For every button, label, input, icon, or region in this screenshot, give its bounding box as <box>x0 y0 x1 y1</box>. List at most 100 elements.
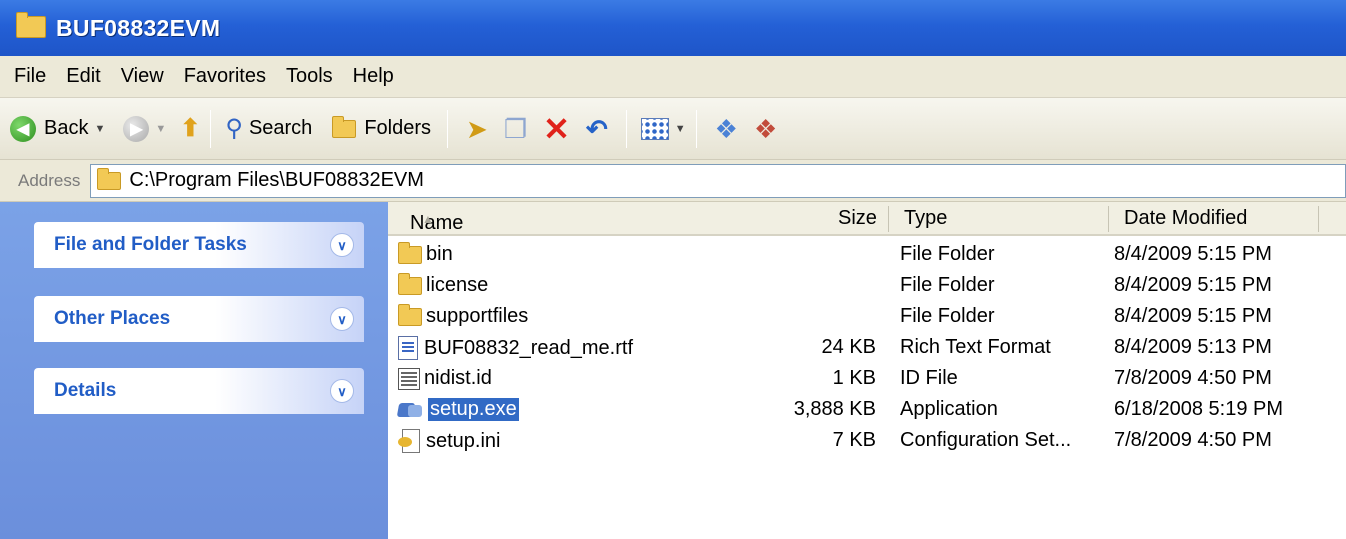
menu-help[interactable]: Help <box>353 65 394 88</box>
file-size: 24 KB <box>821 336 876 358</box>
other-places-panel[interactable]: Other Places ∨ <box>34 296 364 342</box>
address-bar: Address C:\Program Files\BUF08832EVM <box>0 160 1346 202</box>
folders-button[interactable]: Folders <box>332 115 432 140</box>
network-drive-icon[interactable]: ❖ <box>715 116 738 142</box>
file-date: 8/4/2009 5:15 PM <box>1114 274 1272 296</box>
toolbar-separator <box>210 109 212 148</box>
search-button[interactable]: ⚲ Search <box>225 114 312 143</box>
file-type: ID File <box>900 367 958 389</box>
chevron-down-icon[interactable]: ∨ <box>330 233 354 257</box>
file-size: 1 KB <box>832 367 876 389</box>
file-type: Application <box>900 398 998 420</box>
window-title: BUF08832EVM <box>56 14 221 41</box>
file-name: license <box>426 274 489 296</box>
file-type: Configuration Set... <box>900 429 1072 451</box>
menu-bar: File Edit View Favorites Tools Help <box>0 56 1346 98</box>
ini-file-icon <box>398 429 422 453</box>
file-row[interactable]: setup.ini 7 KB Configuration Set... 7/8/… <box>388 426 1346 457</box>
file-date: 6/18/2008 5:19 PM <box>1114 398 1284 420</box>
chevron-down-icon[interactable]: ∨ <box>330 307 354 331</box>
menu-tools[interactable]: Tools <box>286 65 333 88</box>
file-type: File Folder <box>900 305 995 327</box>
forward-arrow-icon: ▶ <box>123 115 150 142</box>
toolbar-separator <box>695 109 697 148</box>
panel-title: Details <box>54 380 117 401</box>
sort-ascending-icon: ▲ <box>422 212 434 226</box>
panel-title: File and Folder Tasks <box>54 234 247 255</box>
search-icon: ⚲ <box>225 115 243 142</box>
views-icon <box>640 117 669 140</box>
file-row[interactable]: nidist.id 1 KB ID File 7/8/2009 4:50 PM <box>388 364 1346 395</box>
views-dropdown-icon[interactable]: ▼ <box>675 123 686 135</box>
address-input[interactable]: C:\Program Files\BUF08832EVM <box>90 163 1346 198</box>
column-divider[interactable] <box>888 206 889 232</box>
column-type[interactable]: Type <box>904 207 947 230</box>
file-row[interactable]: supportfiles File Folder 8/4/2009 5:15 P… <box>388 302 1346 333</box>
title-bar: BUF08832EVM <box>0 0 1346 56</box>
file-row[interactable]: bin File Folder 8/4/2009 5:15 PM <box>388 240 1346 271</box>
back-dropdown-icon[interactable]: ▼ <box>94 123 105 135</box>
back-button[interactable]: ◀ Back ▼ <box>10 115 105 142</box>
file-date: 7/8/2009 4:50 PM <box>1114 367 1272 389</box>
undo-icon[interactable]: ↶ <box>586 116 608 142</box>
copy-to-icon[interactable]: ❐ <box>504 116 527 142</box>
rtf-file-icon <box>398 336 418 360</box>
toolbar-separator <box>447 109 449 148</box>
folder-icon <box>398 272 422 295</box>
task-pane: File and Folder Tasks ∨ Other Places ∨ D… <box>0 202 388 539</box>
column-divider[interactable] <box>1108 206 1109 232</box>
folders-label: Folders <box>364 117 432 139</box>
file-date: 7/8/2009 4:50 PM <box>1114 429 1272 451</box>
file-name: bin <box>426 243 453 265</box>
column-name-label: Name <box>410 212 464 234</box>
disconnect-drive-icon[interactable]: ❖ <box>754 116 777 142</box>
delete-icon[interactable]: ✕ <box>543 113 570 145</box>
toolbar: ◀ Back ▼ ▶ ▼ ⬆ ⚲ Search Folders ➤ ❐ ✕ ↶ … <box>0 98 1346 160</box>
file-type: File Folder <box>900 274 995 296</box>
forward-button[interactable]: ▶ ▼ <box>123 115 166 142</box>
file-name: setup.exe <box>428 398 519 421</box>
forward-dropdown-icon[interactable]: ▼ <box>155 123 166 135</box>
menu-favorites[interactable]: Favorites <box>184 65 266 88</box>
menu-edit[interactable]: Edit <box>66 65 100 88</box>
column-size[interactable]: Size <box>838 207 877 230</box>
file-date: 8/4/2009 5:15 PM <box>1114 243 1272 265</box>
address-label: Address <box>18 170 81 190</box>
column-date[interactable]: Date Modified <box>1124 207 1247 230</box>
folder-icon <box>398 303 422 326</box>
file-row-selected[interactable]: setup.exe 3,888 KB Application 6/18/2008… <box>388 395 1346 426</box>
file-name: supportfiles <box>426 305 529 327</box>
id-file-icon <box>398 367 420 390</box>
menu-file[interactable]: File <box>14 65 46 88</box>
move-to-icon[interactable]: ➤ <box>466 116 488 142</box>
file-row[interactable]: license File Folder 8/4/2009 5:15 PM <box>388 271 1346 302</box>
file-size: 3,888 KB <box>793 398 876 420</box>
column-divider[interactable] <box>1318 206 1319 232</box>
file-name: setup.ini <box>426 429 501 452</box>
up-folder-button[interactable]: ⬆ <box>180 114 200 143</box>
address-path: C:\Program Files\BUF08832EVM <box>129 169 424 191</box>
folder-icon <box>398 241 422 264</box>
file-row[interactable]: BUF08832_read_me.rtf 24 KB Rich Text For… <box>388 333 1346 364</box>
views-button[interactable]: ▼ <box>640 117 686 140</box>
file-type: File Folder <box>900 243 995 265</box>
back-label: Back <box>44 117 89 139</box>
file-and-folder-tasks-panel[interactable]: File and Folder Tasks ∨ <box>34 222 364 268</box>
back-arrow-icon: ◀ <box>10 115 36 142</box>
toolbar-separator <box>625 109 627 148</box>
menu-view[interactable]: View <box>121 65 164 88</box>
search-label: Search <box>248 117 313 139</box>
details-panel[interactable]: Details ∨ <box>34 368 364 414</box>
file-name: nidist.id <box>424 367 492 389</box>
exe-file-icon <box>398 399 424 421</box>
file-list: Name ▲ Size Type Date Modified bin File … <box>388 202 1346 539</box>
folder-icon <box>97 167 122 190</box>
file-type: Rich Text Format <box>900 336 1051 358</box>
up-folder-icon: ⬆ <box>180 115 201 142</box>
file-date: 8/4/2009 5:15 PM <box>1114 305 1272 327</box>
chevron-down-icon[interactable]: ∨ <box>330 379 354 403</box>
folders-icon <box>332 115 357 138</box>
panel-title: Other Places <box>54 308 171 329</box>
file-size: 7 KB <box>832 429 876 451</box>
file-name: BUF08832_read_me.rtf <box>424 336 634 359</box>
